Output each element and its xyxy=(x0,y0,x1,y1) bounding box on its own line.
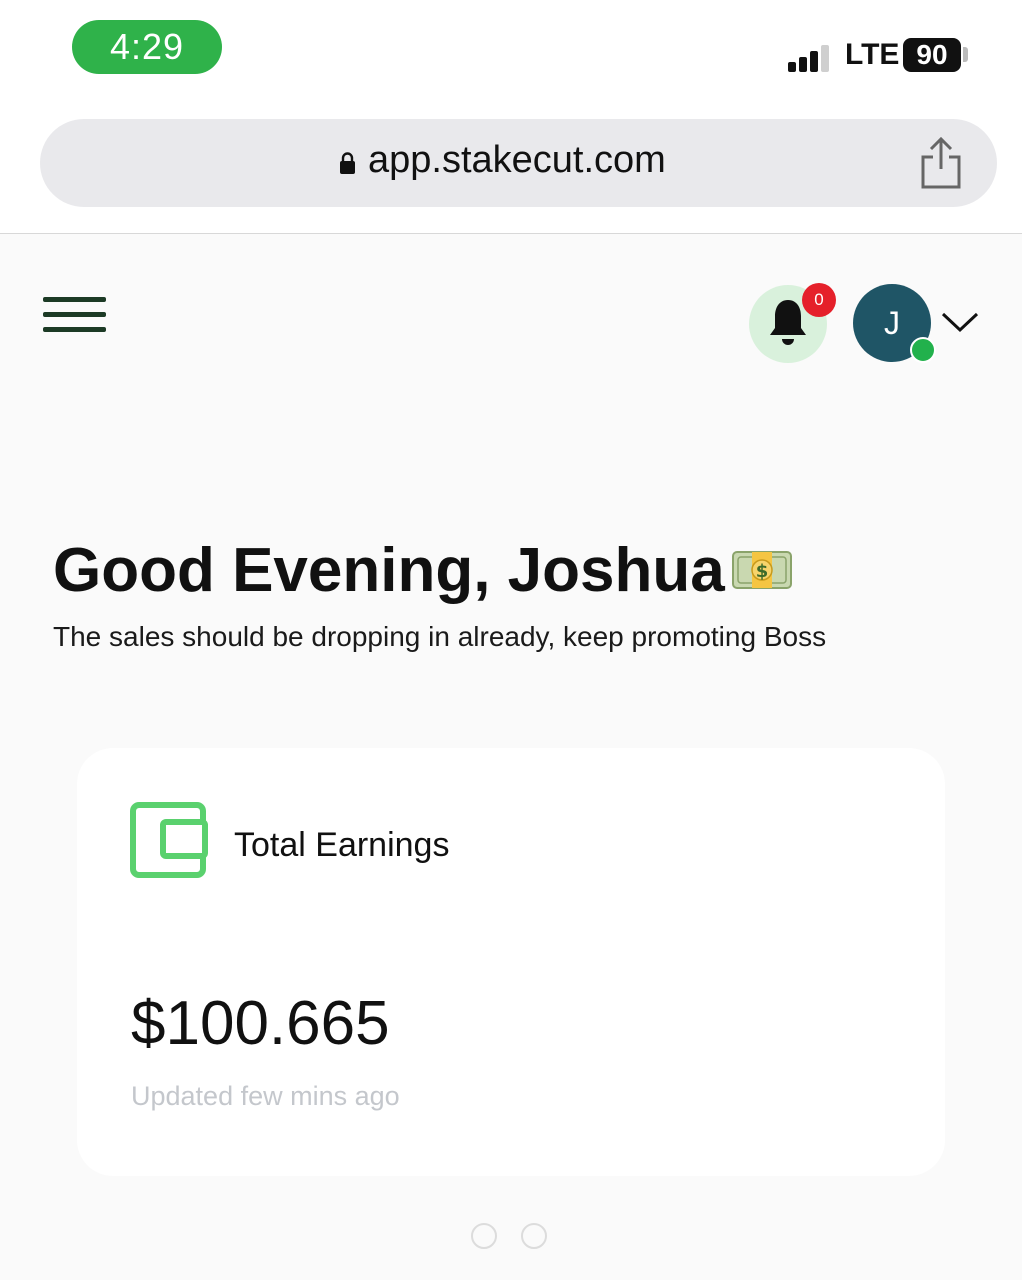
signal-strength-icon xyxy=(788,42,832,72)
status-bar: 4:29 LTE 90 xyxy=(0,0,1022,100)
greeting-title: Good Evening, Joshua xyxy=(53,536,725,605)
hamburger-menu-icon[interactable] xyxy=(43,297,106,337)
network-label: LTE xyxy=(845,38,900,71)
address-bar[interactable]: app.stakecut.com xyxy=(40,119,997,207)
greeting-subtitle: The sales should be dropping in already,… xyxy=(53,621,827,652)
card-title: Total Earnings xyxy=(234,826,450,864)
status-time[interactable]: 4:29 xyxy=(72,20,222,74)
earnings-amount: $100.665 xyxy=(131,989,390,1058)
money-bill-icon: $ xyxy=(732,551,792,589)
notification-count-badge: 0 xyxy=(802,283,836,317)
browser-chrome: app.stakecut.com xyxy=(0,100,1022,234)
battery-indicator: 90 xyxy=(903,38,961,72)
carousel-dot-1[interactable] xyxy=(471,1223,497,1249)
carousel-pagination xyxy=(471,1223,551,1253)
total-earnings-card[interactable]: Total Earnings $100.665 Updated few mins… xyxy=(77,748,945,1176)
wallet-icon xyxy=(130,802,208,878)
chevron-down-icon[interactable] xyxy=(941,311,979,333)
lock-icon xyxy=(340,152,355,174)
carousel-dot-2[interactable] xyxy=(521,1223,547,1249)
url-text[interactable]: app.stakecut.com xyxy=(368,139,666,182)
last-updated-text: Updated few mins ago xyxy=(131,1081,400,1111)
share-icon[interactable] xyxy=(918,135,964,191)
battery-cap xyxy=(963,47,968,62)
online-status-indicator xyxy=(910,337,936,363)
svg-text:$: $ xyxy=(756,561,769,582)
